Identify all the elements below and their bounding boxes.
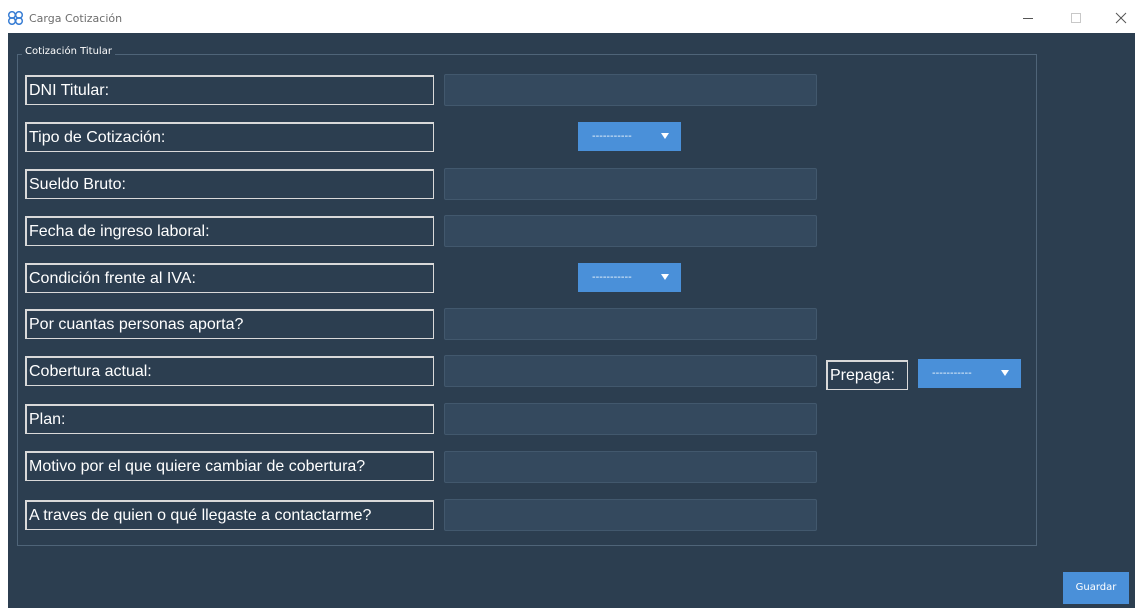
tipo-cotizacion-select[interactable]: -----------	[578, 122, 681, 151]
prepaga-label: Prepaga:	[826, 360, 908, 390]
main-window-body: Cotización Titular DNI Titular: Tipo de …	[8, 33, 1135, 608]
personas-aporta-input[interactable]	[444, 308, 817, 340]
sueldo-bruto-input[interactable]	[444, 168, 817, 200]
dni-titular-input[interactable]	[444, 74, 817, 106]
fecha-ingreso-input[interactable]	[444, 215, 817, 247]
save-button[interactable]: Guardar	[1063, 572, 1129, 604]
plan-input[interactable]	[444, 403, 817, 435]
maximize-icon[interactable]	[1066, 8, 1086, 28]
title-bar: Carga Cotización	[0, 0, 1135, 33]
motivo-cambio-label: Motivo por el que quiere cambiar de cobe…	[25, 451, 434, 481]
personas-aporta-label: Por cuantas personas aporta?	[25, 309, 434, 339]
condicion-iva-label: Condición frente al IVA:	[25, 263, 434, 293]
chevron-down-icon	[1001, 370, 1009, 376]
window-title: Carga Cotización	[29, 12, 123, 25]
tipo-cotizacion-value: -----------	[592, 131, 632, 142]
chevron-down-icon	[661, 274, 669, 280]
group-title: Cotización Titular	[22, 46, 115, 57]
minimize-icon[interactable]	[1018, 8, 1038, 28]
motivo-cambio-input[interactable]	[444, 451, 817, 483]
chevron-down-icon	[661, 133, 669, 139]
fecha-ingreso-label: Fecha de ingreso laboral:	[25, 216, 434, 246]
prepaga-select[interactable]: -----------	[918, 359, 1021, 388]
sueldo-bruto-label: Sueldo Bruto:	[25, 169, 434, 199]
prepaga-value: -----------	[932, 368, 972, 379]
cobertura-actual-label: Cobertura actual:	[25, 356, 434, 386]
contacto-origen-label: A traves de quien o qué llegaste a conta…	[25, 500, 434, 530]
app-logo-icon	[7, 11, 24, 25]
cobertura-actual-input[interactable]	[444, 355, 817, 387]
condicion-iva-value: -----------	[592, 272, 632, 283]
plan-label: Plan:	[25, 404, 434, 434]
condicion-iva-select[interactable]: -----------	[578, 263, 681, 292]
contacto-origen-input[interactable]	[444, 499, 817, 531]
close-icon[interactable]	[1111, 8, 1131, 28]
dni-titular-label: DNI Titular:	[25, 75, 434, 105]
tipo-cotizacion-label: Tipo de Cotización:	[25, 122, 434, 152]
